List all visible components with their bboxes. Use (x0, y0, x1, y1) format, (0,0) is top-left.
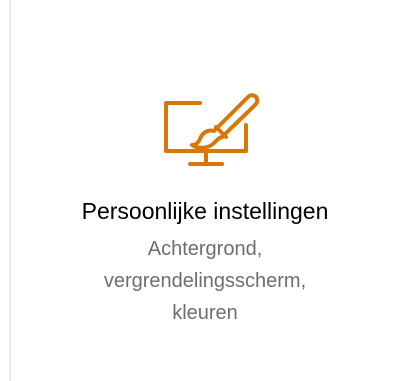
description-line-1: Achtergrond, (147, 238, 263, 260)
personalization-monitor-brush-icon (162, 85, 262, 175)
settings-page: Persoonlijke instellingen Achtergrond, v… (0, 0, 398, 381)
left-divider (9, 0, 11, 381)
personalization-tile[interactable]: Persoonlijke instellingen Achtergrond, v… (20, 70, 398, 370)
tile-title: Persoonlijke instellingen (81, 198, 329, 224)
tile-description: Achtergrond, vergrendelingsscherm, kleur… (20, 233, 390, 329)
description-line-3: kleuren (172, 302, 238, 324)
description-line-2: vergrendelingsscherm, (103, 270, 307, 292)
